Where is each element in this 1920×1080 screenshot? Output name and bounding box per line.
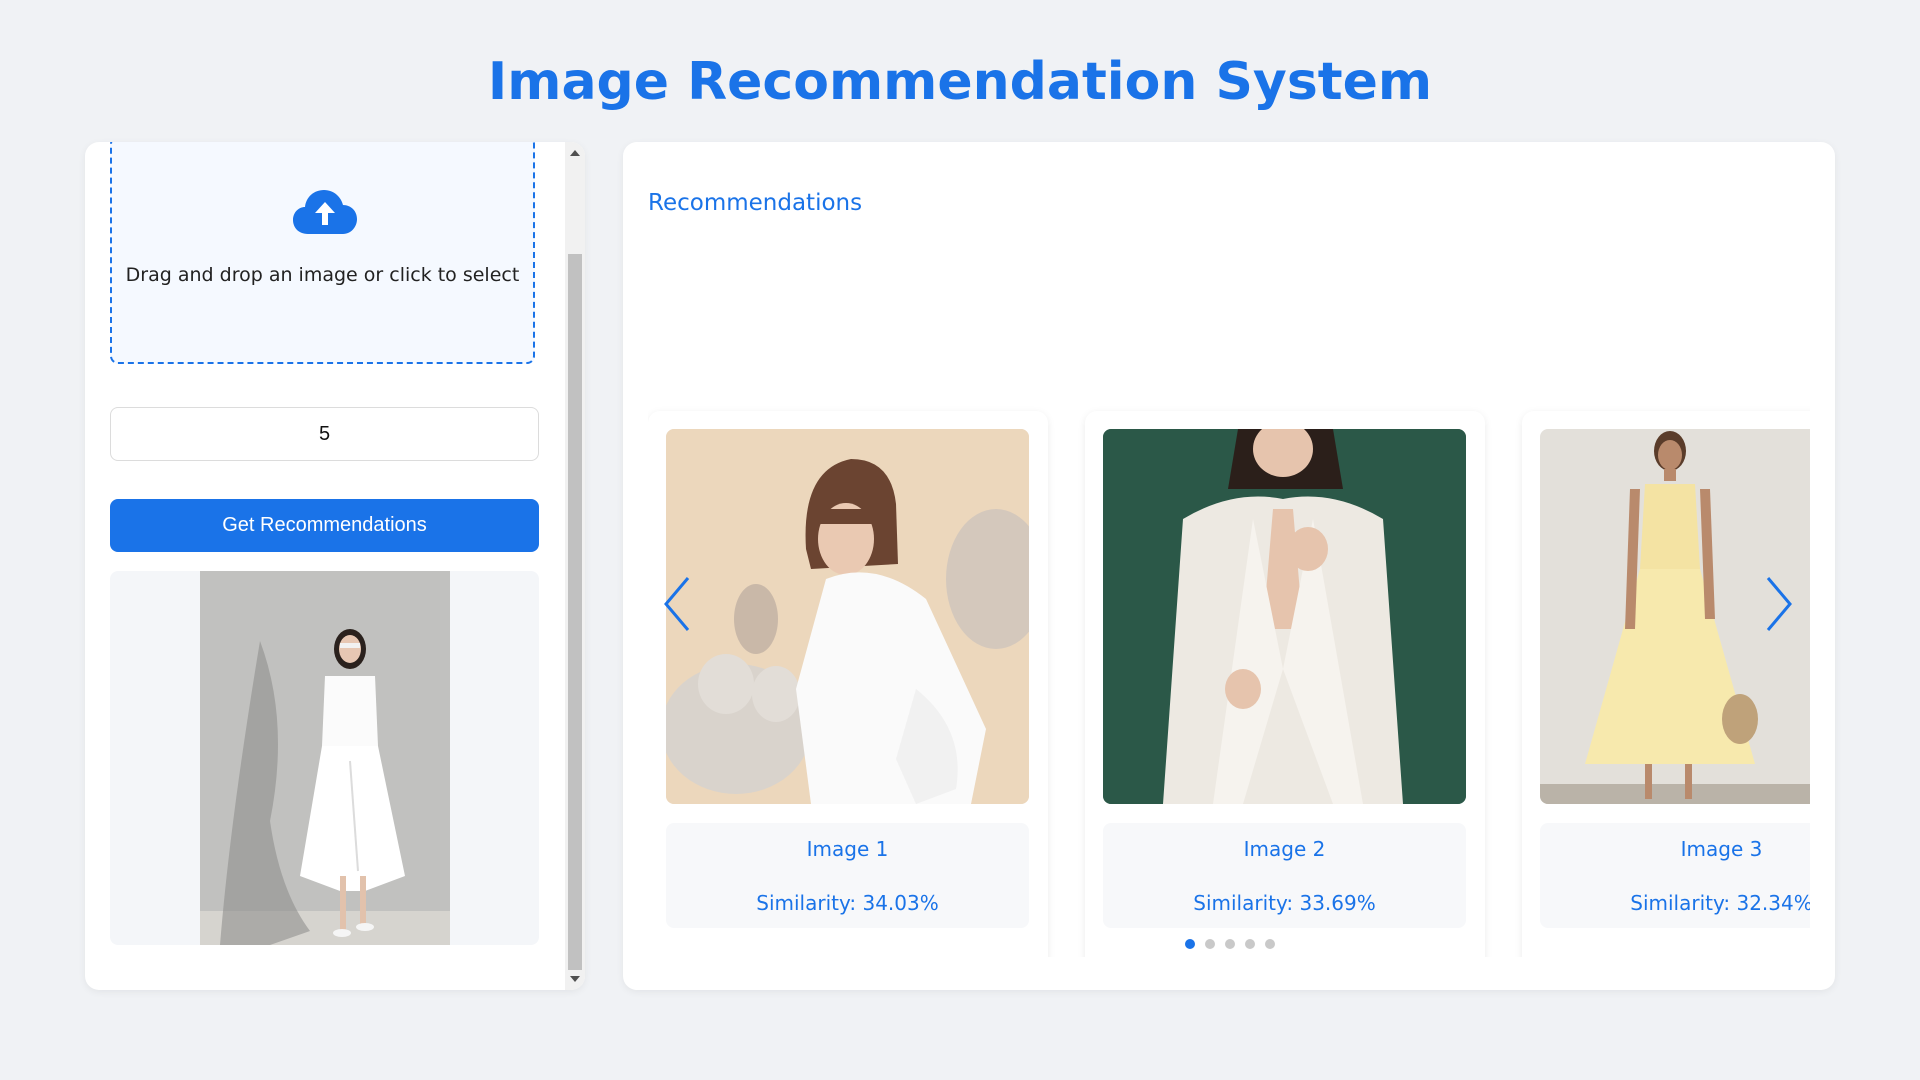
carousel-prev-arrow-icon[interactable] <box>662 576 692 632</box>
recommendation-similarity: Similarity: 33.69% <box>1193 891 1376 915</box>
carousel-dot[interactable] <box>1185 939 1195 949</box>
recommendations-panel: Recommendations Image 1 Similarity: 34.0… <box>623 142 1835 990</box>
page-title: Image Recommendation System <box>487 52 1433 112</box>
carousel-pagination <box>1185 936 1285 949</box>
scroll-thumb[interactable] <box>568 254 582 970</box>
cloud-upload-icon <box>293 190 357 234</box>
recommendation-info: Image 1 Similarity: 34.03% <box>666 823 1029 928</box>
left-panel-scrollbar[interactable] <box>565 142 585 990</box>
recommendation-image <box>1103 429 1466 804</box>
recommendation-count-input[interactable] <box>110 407 539 461</box>
scroll-up-arrow-icon[interactable] <box>570 150 580 156</box>
scroll-down-arrow-icon[interactable] <box>570 976 580 982</box>
image-dropzone[interactable]: Drag and drop an image or click to selec… <box>110 142 535 364</box>
carousel-dot[interactable] <box>1225 939 1235 949</box>
carousel-next-arrow-icon[interactable] <box>1764 576 1794 632</box>
recommendation-name: Image 2 <box>1243 837 1326 861</box>
recommendation-similarity: Similarity: 32.34% <box>1630 891 1810 915</box>
recommendation-info: Image 3 Similarity: 32.34% <box>1540 823 1810 928</box>
carousel-dot[interactable] <box>1265 939 1275 949</box>
carousel-dot[interactable] <box>1205 939 1215 949</box>
preview-image <box>200 571 450 945</box>
recommendation-image <box>666 429 1029 804</box>
recommendation-card[interactable]: Image 2 Similarity: 33.69% <box>1085 411 1485 957</box>
recommendation-info: Image 2 Similarity: 33.69% <box>1103 823 1466 928</box>
recommendation-similarity: Similarity: 34.03% <box>756 891 939 915</box>
recommendation-card[interactable]: Image 1 Similarity: 34.03% <box>648 411 1048 957</box>
recommendations-carousel: Image 1 Similarity: 34.03% Image 2 Simil… <box>648 267 1810 957</box>
recommendation-name: Image 1 <box>806 837 889 861</box>
recommendation-name: Image 3 <box>1680 837 1763 861</box>
get-recommendations-button[interactable]: Get Recommendations <box>110 499 539 552</box>
upload-panel-content: Drag and drop an image or click to selec… <box>85 142 565 990</box>
carousel-dot[interactable] <box>1245 939 1255 949</box>
dropzone-prompt: Drag and drop an image or click to selec… <box>125 264 520 286</box>
uploaded-image-preview <box>110 571 539 945</box>
recommendation-card[interactable]: Image 3 Similarity: 32.34% <box>1522 411 1810 957</box>
recommendations-title: Recommendations <box>648 190 863 216</box>
upload-panel: Drag and drop an image or click to selec… <box>85 142 585 990</box>
